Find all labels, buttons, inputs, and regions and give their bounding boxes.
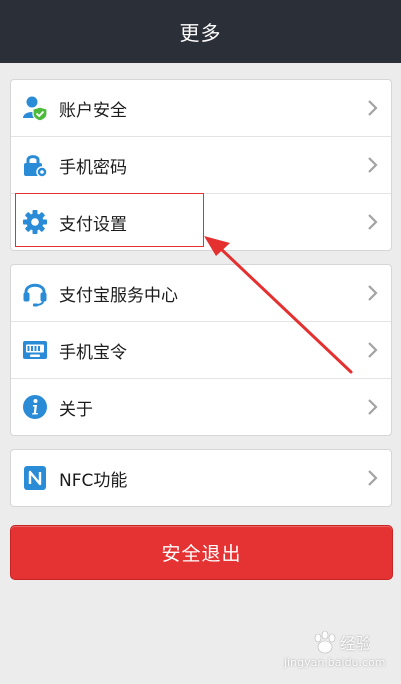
menu-item-service-center[interactable]: 支付宝服务中心 — [11, 265, 391, 322]
header-bar: 更多 — [0, 0, 401, 63]
menu-item-label: 手机宝令 — [59, 342, 127, 363]
chevron-right-icon — [368, 342, 378, 358]
menu-item-phone-password[interactable]: 手机密码 — [11, 137, 391, 194]
menu-item-payment-settings[interactable]: 支付设置 — [11, 194, 391, 250]
watermark: 经验 jingyan.baidu.com — [284, 630, 394, 674]
menu-item-account-security[interactable]: 账户安全 — [11, 80, 391, 137]
info-icon — [21, 393, 49, 421]
phone-lock-icon — [21, 151, 49, 179]
menu-item-label: 支付宝服务中心 — [59, 285, 178, 306]
headset-icon — [21, 279, 49, 307]
svg-text:经验: 经验 — [340, 634, 370, 653]
menu-item-label: 账户安全 — [59, 100, 127, 121]
menu-item-about[interactable]: 关于 — [11, 379, 391, 435]
baidu-paw-logo: 经验 — [314, 630, 370, 654]
settings-group-nfc: NFC功能 — [10, 449, 392, 507]
settings-group-account: 账户安全 手机密码 支付设置 — [10, 79, 392, 251]
menu-item-label: NFC功能 — [59, 470, 128, 491]
chevron-right-icon — [368, 285, 378, 301]
user-shield-icon — [21, 94, 49, 122]
menu-item-label: 支付设置 — [59, 214, 127, 235]
chevron-right-icon — [368, 470, 378, 486]
menu-item-mobile-token[interactable]: 手机宝令 — [11, 322, 391, 379]
settings-group-service: 支付宝服务中心 手机宝令 关于 — [10, 264, 392, 436]
chevron-right-icon — [368, 214, 378, 230]
chevron-right-icon — [368, 157, 378, 173]
nfc-icon — [21, 464, 49, 492]
gear-icon — [21, 208, 49, 236]
logout-button[interactable]: 安全退出 — [10, 525, 393, 580]
chevron-right-icon — [368, 100, 378, 116]
watermark-text: jingyan.baidu.com — [284, 656, 386, 669]
chevron-right-icon — [368, 399, 378, 415]
menu-item-label: 手机密码 — [59, 157, 127, 178]
menu-item-nfc[interactable]: NFC功能 — [11, 450, 391, 506]
page-title: 更多 — [179, 21, 222, 45]
menu-item-label: 关于 — [59, 399, 93, 420]
token-card-icon — [21, 336, 49, 364]
